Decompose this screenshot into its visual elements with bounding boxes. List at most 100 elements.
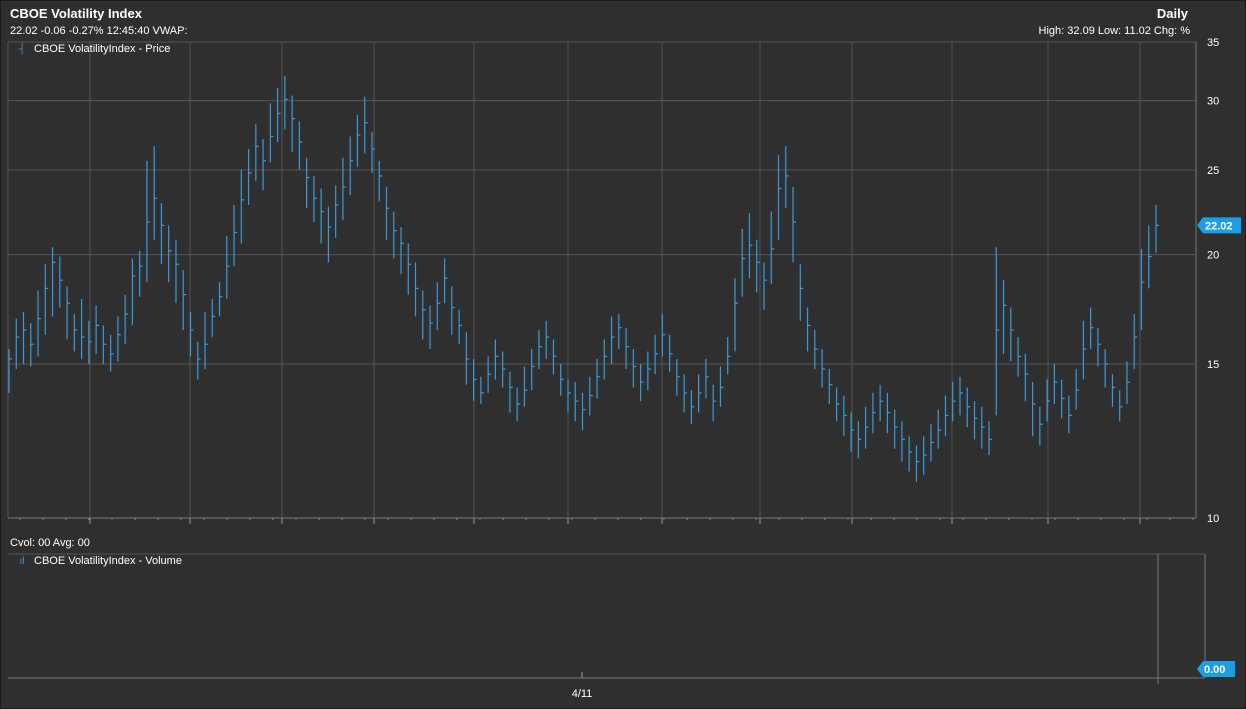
ohlc-bar — [407, 243, 412, 295]
ohlc-bar — [197, 341, 201, 380]
ohlc-bar — [429, 305, 434, 350]
ohlc-bar — [966, 387, 971, 428]
ohlc-bar — [371, 132, 375, 173]
ohlc-bar — [872, 392, 876, 434]
ohlc-bar — [748, 213, 753, 279]
ohlc-bar — [516, 387, 521, 422]
ohlc-bar — [509, 371, 513, 413]
ohlc-bar — [473, 358, 477, 402]
ohlc-bar — [117, 316, 121, 362]
ohlc-bar — [182, 270, 187, 331]
ohlc-bar — [770, 211, 775, 285]
ohlc-bar — [1104, 349, 1109, 388]
chart-window: CBOE Volatility Index Daily 22.02 -0.06 … — [0, 0, 1246, 709]
price-chart[interactable]: 10 15 20 25 30 35 22.02 0.00 4/11 — [0, 0, 1246, 709]
ohlc-bar — [661, 314, 666, 357]
ohlc-bar — [356, 114, 361, 167]
ohlc-bar — [204, 311, 209, 370]
volume-series-icon: ıl — [19, 555, 25, 567]
ohlc-bar — [247, 149, 252, 205]
ohlc-bar — [218, 282, 223, 317]
ohlc-bar — [944, 395, 949, 437]
ohlc-bar — [669, 334, 673, 372]
ohlc-bar — [531, 349, 535, 391]
ohlc-bar — [821, 349, 826, 388]
ohlc-bar — [146, 160, 150, 283]
ohlc-bar — [712, 384, 717, 422]
ohlc-bar — [567, 379, 571, 413]
ohlc-bar — [937, 409, 942, 449]
ohlc-bar — [552, 339, 557, 375]
ohlc-bar — [923, 436, 927, 475]
ohlc-bar — [385, 186, 390, 240]
ohlc-bar — [973, 401, 978, 440]
ohlc-bar — [1061, 379, 1065, 419]
y-tick-label: 15 — [1207, 359, 1219, 371]
ohlc-bar — [603, 339, 608, 380]
ohlc-bar — [277, 88, 281, 143]
ohlc-bar — [654, 334, 659, 375]
ohlc-bar — [422, 290, 426, 340]
ohlc-bar — [1024, 353, 1029, 402]
ohlc-bar — [618, 314, 622, 350]
ohlc-bar — [51, 247, 56, 317]
ohlc-bar — [683, 374, 688, 413]
ohlc-bar — [480, 376, 484, 404]
ohlc-bar — [1097, 327, 1101, 367]
ohlc-bar — [320, 188, 325, 244]
ohlc-bar — [66, 286, 71, 340]
ohlc-bar — [8, 349, 12, 393]
ohlc-bar — [436, 282, 441, 331]
ohlc-bar — [465, 332, 470, 385]
ohlc-bar — [879, 384, 884, 422]
ohlc-bar — [393, 211, 397, 259]
ohlc-bar — [1126, 361, 1130, 404]
y-tick-label: 25 — [1207, 165, 1219, 177]
ohlc-bar — [291, 95, 296, 153]
ohlc-bar — [1155, 204, 1159, 253]
ohlc-bar — [80, 298, 85, 359]
y-tick-label: 20 — [1207, 250, 1219, 262]
ohlc-bar — [719, 366, 724, 407]
ohlc-bar — [139, 250, 143, 297]
ohlc-bar — [44, 264, 49, 335]
y-tick-label: 35 — [1207, 37, 1219, 49]
ohlc-bar — [538, 330, 542, 370]
ohlc-bar — [930, 424, 934, 462]
ohlc-bar — [988, 421, 993, 456]
ohlc-bar — [1002, 280, 1007, 354]
ohlc-bar — [189, 311, 194, 357]
ohlc-bar — [632, 349, 637, 388]
ohlc-bar — [414, 262, 419, 317]
ohlc-series-icon: ┤ — [18, 43, 26, 55]
ohlc-bar — [30, 323, 34, 367]
ohlc-bar — [523, 366, 528, 407]
ohlc-bar — [1039, 406, 1043, 446]
volume-legend-label: CBOE VolatilityIndex - Volume — [34, 555, 182, 567]
ohlc-bar — [1031, 382, 1036, 437]
ohlc-bar — [915, 445, 920, 482]
ohlc-bar — [625, 327, 630, 370]
ohlc-bar — [1053, 363, 1058, 404]
ohlc-bar — [233, 204, 238, 267]
ohlc-bar — [131, 258, 136, 326]
ohlc-bar — [995, 247, 1000, 416]
ohlc-bar — [255, 124, 259, 181]
ohlc-bar — [22, 311, 27, 364]
ohlc-bar — [545, 320, 550, 359]
ohlc-bar — [335, 185, 339, 238]
ohlc-bar — [443, 258, 448, 304]
ohlc-bar — [1148, 225, 1152, 289]
ohlc-bar — [1111, 374, 1116, 407]
ohlc-bar — [400, 227, 405, 275]
ohlc-bar — [168, 225, 172, 283]
ohlc-bar — [349, 136, 354, 195]
ohlc-bar — [727, 337, 731, 375]
ohlc-bar — [342, 157, 346, 221]
x-tick-label: 4/11 — [572, 688, 593, 700]
ohlc-bar — [1010, 307, 1014, 362]
ohlc-bar — [1075, 369, 1080, 410]
ohlc-bar — [828, 369, 833, 404]
ohlc-bar — [313, 175, 317, 222]
ohlc-bar — [502, 351, 506, 388]
